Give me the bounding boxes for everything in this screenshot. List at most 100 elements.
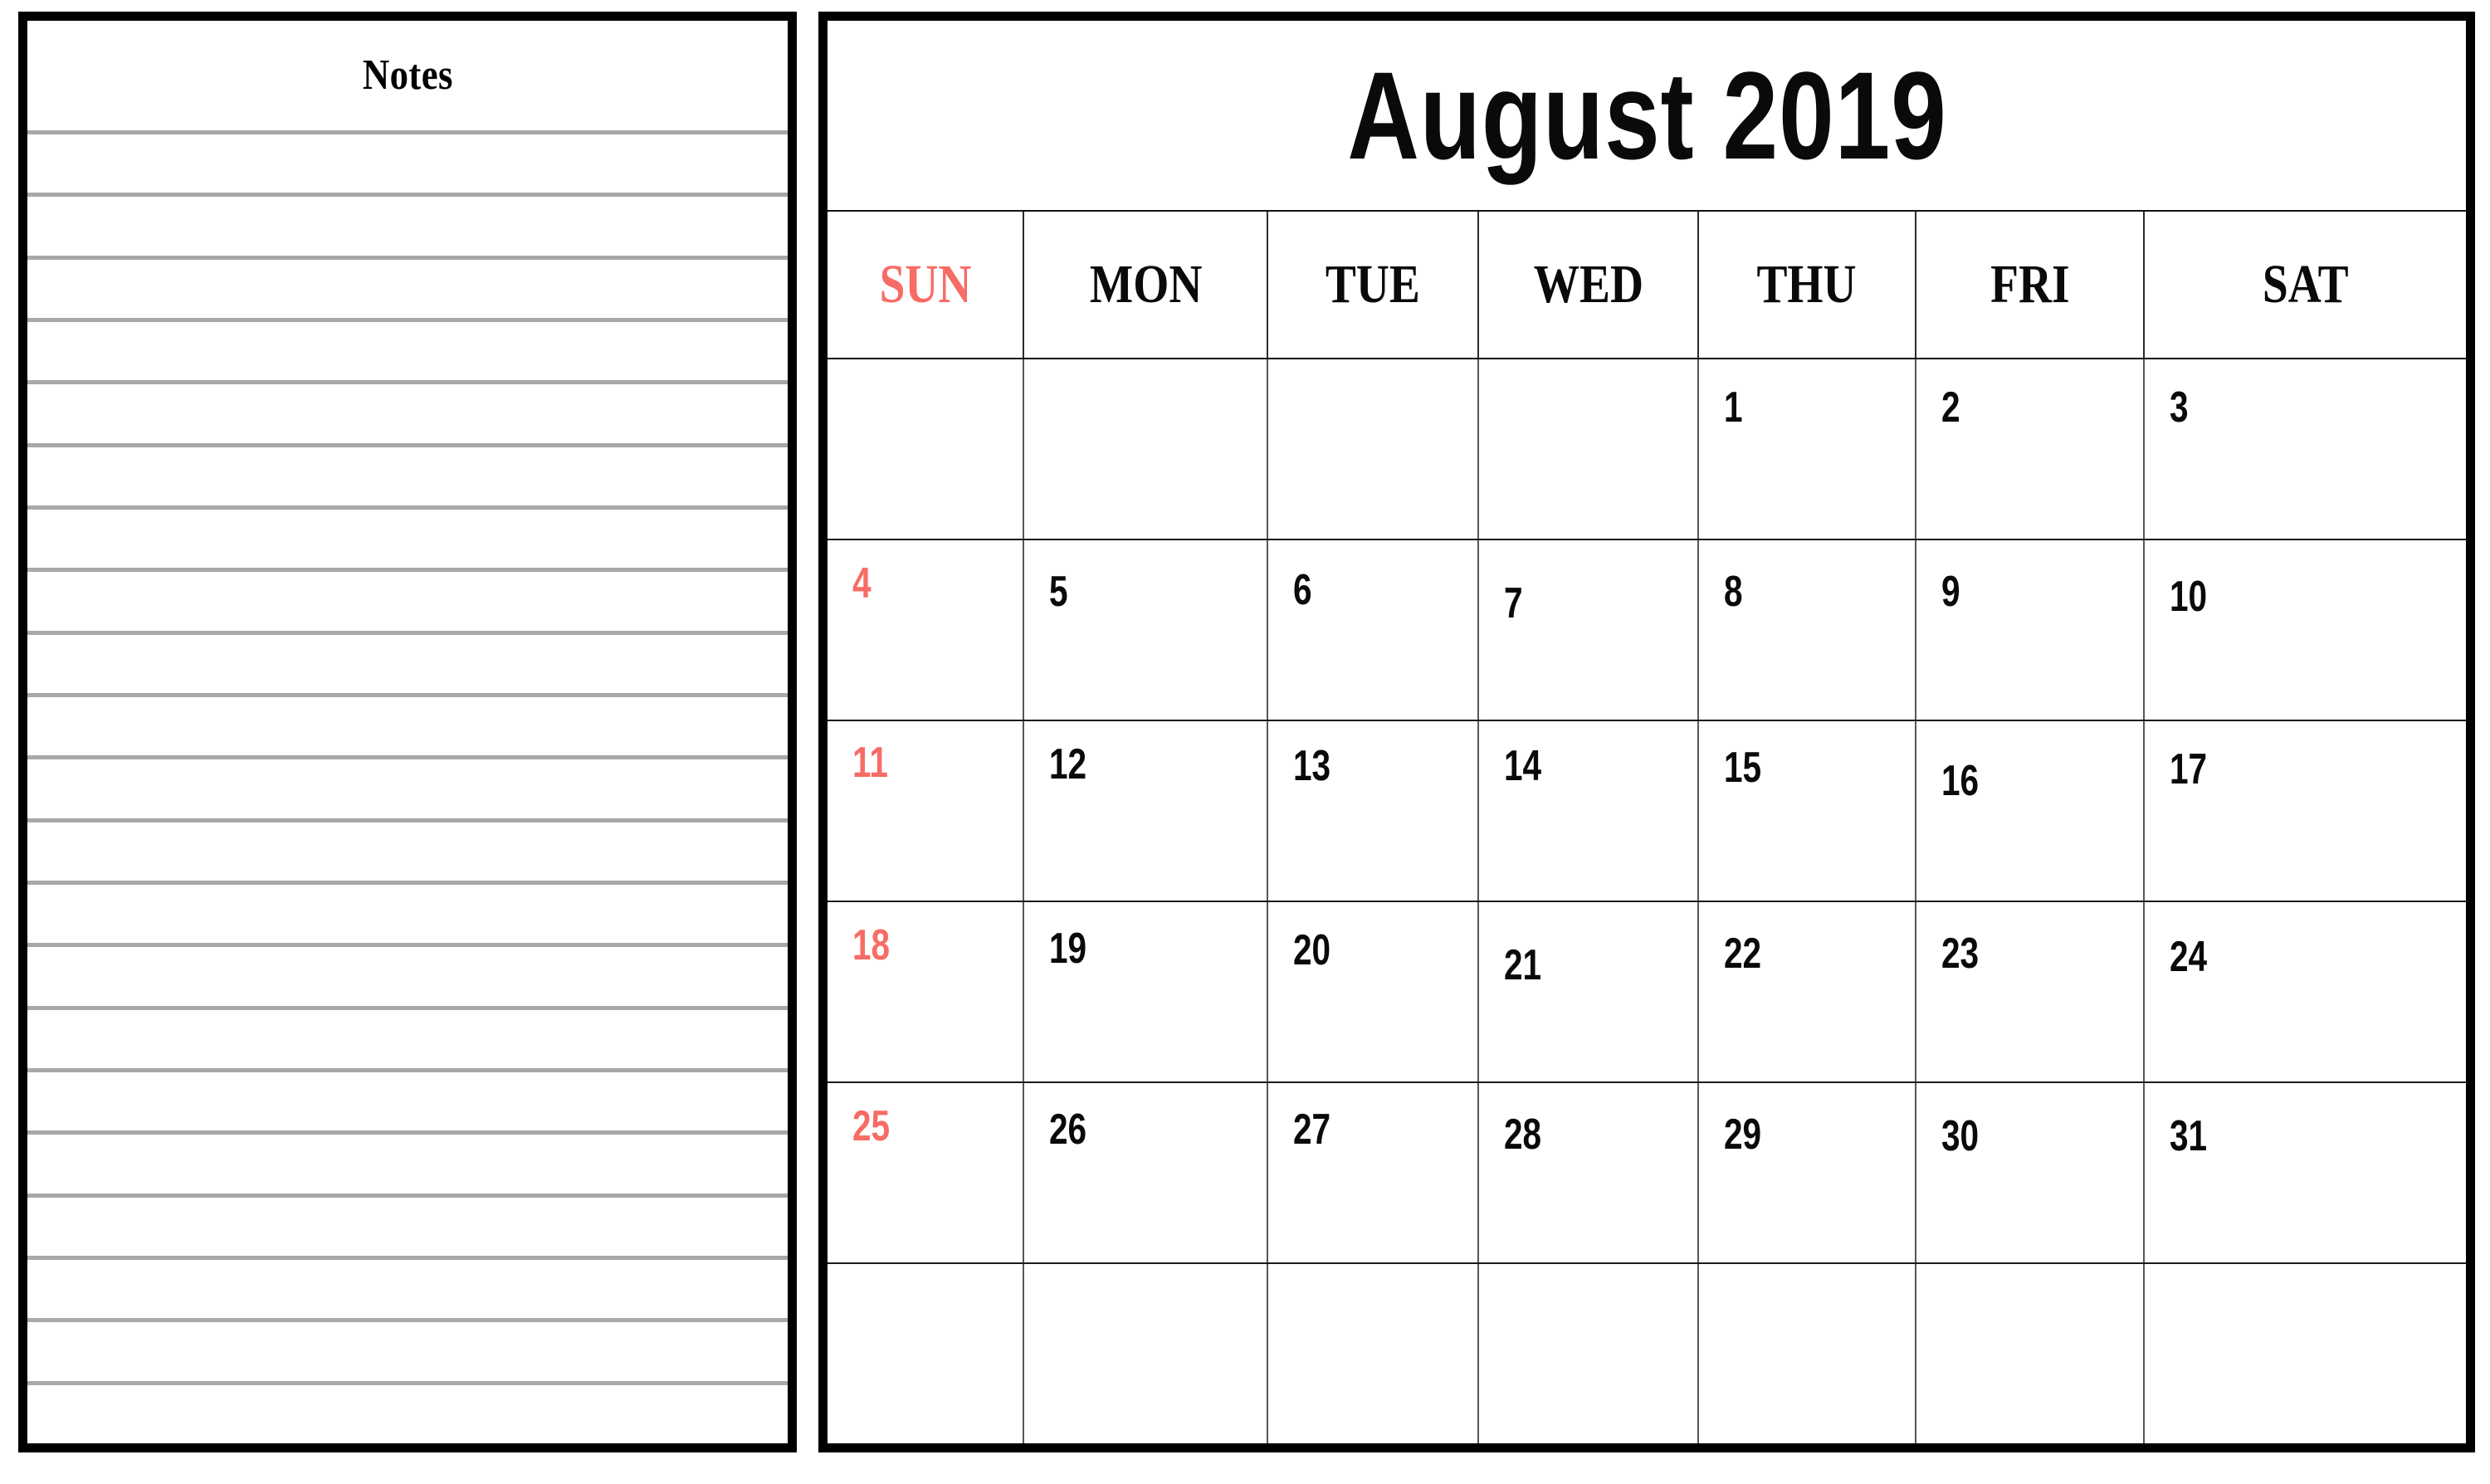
weekday-header-cell-tue: TUE [1268,212,1480,358]
calendar-day-cell-22[interactable]: 22 [1699,902,1916,1081]
calendar-day-cell-12[interactable]: 12 [1024,721,1269,901]
calendar-day-number: 2 [1941,383,1960,432]
calendar-day-cell-21[interactable]: 21 [1479,902,1699,1081]
calendar-grid: SUN MON TUE WED THU FRI SAT 1 2 3 4 5 6 7 8 9 10 11 12 13 1… [828,212,2466,1443]
calendar-day-cell-4[interactable]: 4 [828,540,1025,720]
calendar-day-number: 7 [1504,579,1523,627]
notes-line[interactable] [27,193,788,255]
calendar-day-number: 20 [1293,926,1331,974]
notes-line[interactable] [27,1005,788,1068]
weekday-header-label: MON [1089,254,1203,315]
calendar-panel: August 2019 SUN MON TUE WED THU FRI SAT 123456… [818,12,2475,1452]
calendar-day-cell-16[interactable]: 16 [1916,721,2146,901]
calendar-day-number: 9 [1941,568,1960,616]
calendar-day-cell-empty[interactable] [828,1264,1025,1443]
notes-line[interactable] [27,1130,788,1193]
calendar-day-cell-18[interactable]: 18 [828,902,1025,1081]
weekday-header-cell-mon: MON [1024,212,1269,358]
calendar-day-cell-empty[interactable] [1479,1264,1699,1443]
weekday-header-cell-sat: SAT [2145,212,2466,358]
notes-line[interactable] [27,1380,788,1443]
calendar-day-number: 23 [1941,930,1979,978]
calendar-day-cell-20[interactable]: 20 [1268,902,1480,1081]
calendar-day-cell-5[interactable]: 5 [1024,540,1269,720]
notes-lines-area[interactable] [27,130,788,1443]
calendar-week-row: 25 26 27 28 29 30 31 [828,1083,2466,1264]
calendar-day-number: 16 [1941,757,1979,805]
calendar-day-cell-10[interactable]: 10 [2145,540,2466,720]
calendar-title-row: August 2019 [828,21,2466,212]
notes-line[interactable] [27,818,788,881]
weekday-header-cell-sun: SUN [828,212,1025,358]
calendar-day-cell-empty[interactable] [2145,1264,2466,1443]
calendar-day-cell-2[interactable]: 2 [1916,359,2146,539]
calendar-day-cell-7[interactable]: 7 [1479,540,1699,720]
calendar-day-cell-empty[interactable] [1024,1264,1269,1443]
calendar-day-cell-19[interactable]: 19 [1024,902,1269,1081]
notes-line[interactable] [27,1255,788,1318]
calendar-day-number: 25 [852,1102,891,1150]
notes-title-cell: Notes [27,21,788,130]
notes-line[interactable] [27,692,788,755]
calendar-day-cell-23[interactable]: 23 [1916,902,2146,1081]
notes-line[interactable] [27,130,788,193]
calendar-day-number: 12 [1049,740,1087,788]
notes-line[interactable] [27,380,788,442]
calendar-month-year-title: August 2019 [1346,46,1947,185]
calendar-day-number: 18 [852,921,891,969]
calendar-day-cell-11[interactable]: 11 [828,721,1025,901]
calendar-day-cell-24[interactable]: 24 [2145,902,2466,1081]
weekday-header-label: SUN [879,254,972,315]
calendar-day-number: 8 [1723,568,1743,616]
notes-line[interactable] [27,755,788,818]
notes-line[interactable] [27,880,788,943]
calendar-day-cell-29[interactable]: 29 [1699,1083,1916,1262]
calendar-day-cell-30[interactable]: 30 [1916,1083,2146,1262]
calendar-day-cell-empty[interactable] [1024,359,1269,539]
notes-line[interactable] [27,630,788,693]
calendar-day-cell-27[interactable]: 27 [1268,1083,1480,1262]
calendar-day-cell-empty[interactable] [1268,1264,1480,1443]
calendar-page: Notes August 2019 SUN MON TUE WED THU FRI SAT … [0,0,2490,1484]
calendar-day-cell-empty[interactable] [1699,1264,1916,1443]
calendar-day-cell-31[interactable]: 31 [2145,1083,2466,1262]
calendar-day-cell-25[interactable]: 25 [828,1083,1025,1262]
calendar-day-cell-empty[interactable] [828,359,1025,539]
calendar-day-cell-8[interactable]: 8 [1699,540,1916,720]
calendar-day-cell-empty[interactable] [1479,359,1699,539]
calendar-day-number: 21 [1504,941,1542,989]
notes-line[interactable] [27,1318,788,1380]
calendar-day-cell-6[interactable]: 6 [1268,540,1480,720]
notes-line[interactable] [27,255,788,318]
notes-line[interactable] [27,442,788,505]
calendar-day-cell-13[interactable]: 13 [1268,721,1480,901]
calendar-day-cell-empty[interactable] [1916,1264,2146,1443]
notes-line[interactable] [27,505,788,568]
notes-line[interactable] [27,1067,788,1130]
calendar-day-cell-15[interactable]: 15 [1699,721,1916,901]
calendar-day-number: 3 [2170,383,2189,432]
calendar-day-number: 15 [1723,744,1762,792]
notes-line[interactable] [27,568,788,630]
notes-line[interactable] [27,317,788,380]
calendar-day-cell-3[interactable]: 3 [2145,359,2466,539]
calendar-day-cell-1[interactable]: 1 [1699,359,1916,539]
calendar-day-number: 5 [1049,568,1068,616]
calendar-day-cell-17[interactable]: 17 [2145,721,2466,901]
weekday-header-cell-thu: THU [1699,212,1916,358]
calendar-day-cell-empty[interactable] [1268,359,1480,539]
calendar-day-number: 10 [2170,573,2208,621]
calendar-day-number: 19 [1049,925,1087,973]
notes-title: Notes [362,51,453,99]
calendar-day-number: 4 [852,559,872,608]
calendar-day-cell-9[interactable]: 9 [1916,540,2146,720]
weekday-header-label: SAT [2262,254,2349,315]
calendar-day-cell-14[interactable]: 14 [1479,721,1699,901]
calendar-day-cell-28[interactable]: 28 [1479,1083,1699,1262]
calendar-day-number: 24 [2170,933,2208,981]
notes-line[interactable] [27,1193,788,1256]
calendar-week-row: 18 19 20 21 22 23 24 [828,902,2466,1083]
notes-line[interactable] [27,943,788,1005]
calendar-day-cell-26[interactable]: 26 [1024,1083,1269,1262]
calendar-weeks-container: 1 2 3 4 5 6 7 8 9 10 11 12 13 14 15 16 17 18 19 20 21 22 23 24 2… [828,359,2466,1443]
